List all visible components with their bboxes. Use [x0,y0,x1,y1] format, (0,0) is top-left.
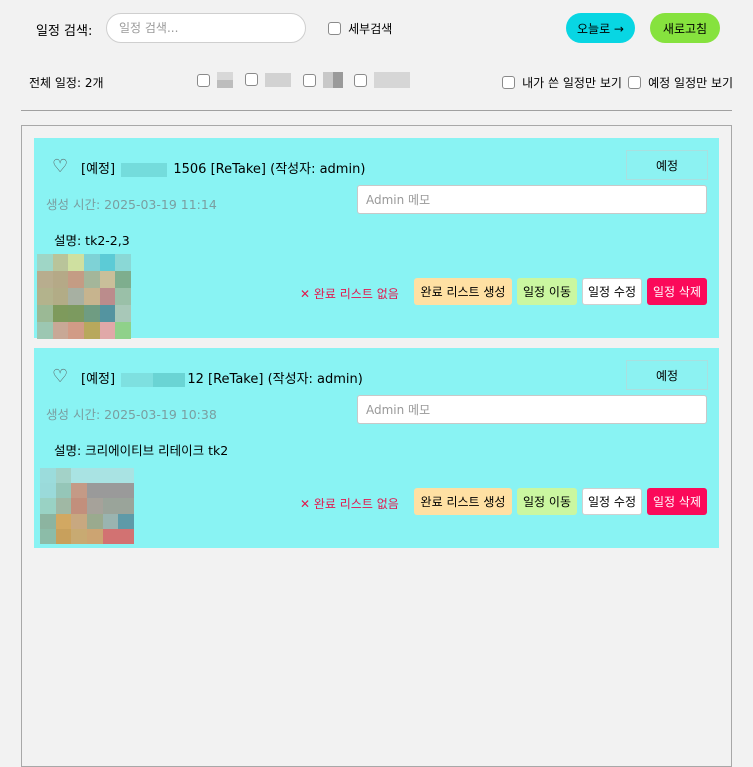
user-filter-4[interactable] [354,72,411,88]
mine-only-checkbox[interactable] [502,76,515,89]
no-complete-list: ✕ 완료 리스트 없음 [300,287,399,301]
refresh-button[interactable]: 새로고침 [650,13,720,43]
user-filter-checkbox[interactable] [197,73,210,87]
no-complete-list: ✕ 완료 리스트 없음 [300,497,399,511]
status-button[interactable]: 예정 [626,150,708,180]
title-status-prefix: [예정] [81,372,116,387]
redacted-user-name [374,72,411,88]
thumbnail-image[interactable] [40,468,134,544]
user-filter-2[interactable] [245,72,292,87]
description: 설명: tk2-2,3 [54,233,130,248]
description: 설명: 크리에이티브 리테이크 tk2 [54,443,229,458]
user-filter-1[interactable] [197,72,234,88]
schedule-card[interactable]: ♡ [예정] 12 [ReTake] (작성자: admin) 예정 생성 시간… [34,348,719,548]
mine-only-label: 내가 쓴 일정만 보기 [522,76,622,90]
search-label: 일정 검색: [36,24,93,39]
create-complete-list-button[interactable]: 완료 리스트 생성 [414,278,512,305]
user-filter-3[interactable] [303,72,344,88]
scheduled-only-label: 예정 일정만 보기 [648,76,734,90]
detail-search-checkbox[interactable] [328,22,341,35]
title-status-prefix: [예정] [81,162,116,177]
card-title: [예정] 12 [ReTake] (작성자: admin) [81,368,363,387]
user-filter-checkbox[interactable] [245,73,258,86]
user-filter-checkbox[interactable] [303,73,316,87]
redacted-user-name [217,72,234,88]
thumbnail-image[interactable] [37,254,131,339]
edit-schedule-button[interactable]: 일정 수정 [582,488,642,515]
admin-memo-input[interactable] [357,395,707,424]
today-button[interactable]: 오늘로 → [566,13,635,43]
card-title: [예정] 1506 [ReTake] (작성자: admin) [81,158,365,177]
total-count: 전체 일정: 2개 [29,76,104,90]
divider [21,110,732,111]
redacted-user-name [265,72,292,87]
detail-search-toggle[interactable]: 세부검색 [328,20,392,37]
redacted-title [121,372,186,387]
heart-icon[interactable]: ♡ [52,368,68,386]
move-schedule-button[interactable]: 일정 이동 [517,488,577,515]
scheduled-only-checkbox[interactable] [628,76,641,89]
delete-schedule-button[interactable]: 일정 삭제 [647,488,707,515]
user-filter-checkbox[interactable] [354,73,367,87]
search-input[interactable] [106,13,306,43]
status-button[interactable]: 예정 [626,360,708,390]
admin-memo-input[interactable] [357,185,707,214]
redacted-title [121,162,168,177]
heart-icon[interactable]: ♡ [52,158,68,176]
scheduled-only-toggle[interactable]: 예정 일정만 보기 [628,74,733,91]
title-text: 12 [ReTake] (작성자: admin) [187,372,363,387]
create-complete-list-button[interactable]: 완료 리스트 생성 [414,488,512,515]
created-time: 생성 시간: 2025-03-19 10:38 [46,407,217,422]
mine-only-toggle[interactable]: 내가 쓴 일정만 보기 [502,74,622,91]
redacted-user-name [323,72,344,88]
schedule-card[interactable]: ♡ [예정] 1506 [ReTake] (작성자: admin) 예정 생성 … [34,138,719,339]
delete-schedule-button[interactable]: 일정 삭제 [647,278,707,305]
title-text: 1506 [ReTake] (작성자: admin) [173,162,366,177]
edit-schedule-button[interactable]: 일정 수정 [582,278,642,305]
created-time: 생성 시간: 2025-03-19 11:14 [46,197,217,212]
detail-search-label: 세부검색 [348,22,393,36]
move-schedule-button[interactable]: 일정 이동 [517,278,577,305]
